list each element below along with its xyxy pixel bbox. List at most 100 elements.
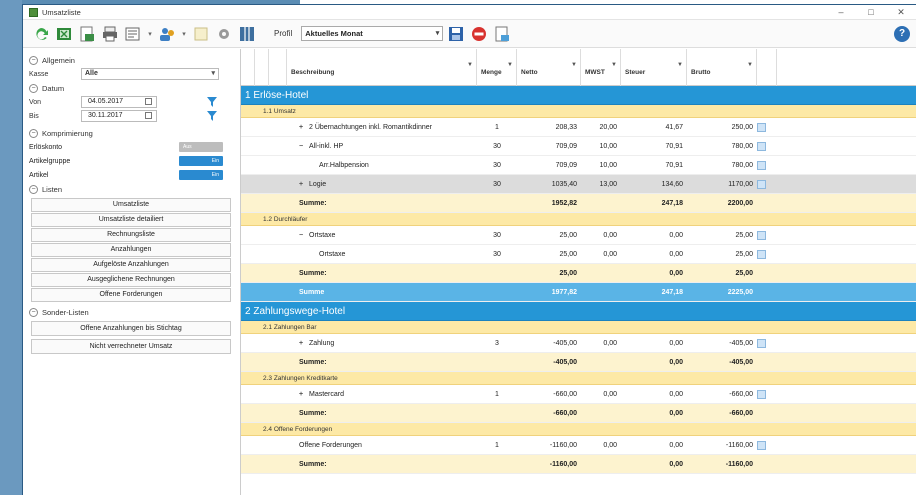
checkbox-icon[interactable] bbox=[757, 338, 766, 348]
subgroup-umsatz[interactable]: 1.1 Umsatz bbox=[241, 105, 916, 118]
row-steuer: 0,00 bbox=[669, 250, 683, 258]
delete-button[interactable] bbox=[469, 24, 489, 44]
maximize-button[interactable]: □ bbox=[856, 5, 886, 19]
checkbox-icon[interactable] bbox=[757, 389, 766, 399]
filter-icon[interactable]: ▼ bbox=[747, 62, 753, 68]
subgroup-zahlungen-bar[interactable]: 2.1 Zahlungen Bar bbox=[241, 321, 916, 334]
rechnungsliste-button[interactable]: Rechnungsliste bbox=[31, 228, 231, 242]
expand-icon[interactable]: + bbox=[299, 385, 309, 404]
nicht-verrechneter-umsatz-button[interactable]: Nicht verrechneter Umsatz bbox=[31, 339, 231, 354]
header-brutto[interactable]: Brutto ▼ bbox=[687, 49, 757, 86]
header-menge[interactable]: Menge ▼ bbox=[477, 49, 517, 86]
row-checkbox[interactable] bbox=[757, 156, 777, 175]
section-listen[interactable]: − Listen bbox=[29, 182, 234, 196]
table-row[interactable]: Arr.Halbpension 30 709,09 10,00 70,91 78… bbox=[241, 156, 916, 175]
offene-forderungen-button[interactable]: Offene Forderungen bbox=[31, 288, 231, 302]
checkbox-icon[interactable] bbox=[757, 160, 766, 170]
calendar-icon[interactable] bbox=[145, 112, 152, 119]
table-row[interactable]: − Ortstaxe 30 25,00 0,00 0,00 25,00 bbox=[241, 226, 916, 245]
filter-icon[interactable]: ▼ bbox=[677, 62, 683, 68]
calendar-icon[interactable] bbox=[145, 98, 152, 105]
filter-icon[interactable]: ▼ bbox=[611, 62, 617, 68]
table-row[interactable]: Ortstaxe 30 25,00 0,00 0,00 25,00 bbox=[241, 245, 916, 264]
section-komprimierung[interactable]: − Komprimierung bbox=[29, 126, 234, 140]
expand-icon[interactable]: + bbox=[299, 334, 309, 353]
profil-select[interactable]: Aktuelles Monat ▾ bbox=[301, 26, 444, 41]
filter-icon[interactable]: ▼ bbox=[571, 62, 577, 68]
preview-button[interactable] bbox=[123, 24, 143, 44]
section-allgemein[interactable]: − Allgemein bbox=[29, 53, 234, 67]
table-row[interactable]: + Logie 30 1035,40 13,00 134,60 1170,00 bbox=[241, 175, 916, 194]
note-button[interactable] bbox=[191, 24, 211, 44]
group-erloese-hotel[interactable]: 1 Erlöse-Hotel bbox=[241, 86, 916, 105]
table-row[interactable]: Offene Forderungen 1 -1160,00 0,00 0,00 … bbox=[241, 436, 916, 455]
kasse-select[interactable]: Alle ▾ bbox=[81, 68, 219, 80]
von-date-input[interactable]: 04.05.2017 bbox=[81, 96, 157, 108]
save-button[interactable] bbox=[446, 24, 466, 44]
row-checkbox[interactable] bbox=[757, 334, 777, 353]
collapse-icon: − bbox=[29, 128, 38, 138]
checkbox-icon[interactable] bbox=[757, 122, 766, 132]
row-checkbox[interactable] bbox=[757, 226, 777, 245]
row-netto: 709,09 bbox=[555, 142, 577, 150]
row-checkbox[interactable] bbox=[757, 175, 777, 194]
user-button[interactable] bbox=[157, 24, 177, 44]
filter-icon[interactable]: ▼ bbox=[507, 62, 513, 68]
filter-icon[interactable] bbox=[207, 97, 217, 107]
artikel-toggle[interactable]: Ein bbox=[179, 170, 223, 180]
table-row[interactable]: − All-inkl. HP 30 709,09 10,00 70,91 780,… bbox=[241, 137, 916, 156]
subgroup-zahlungen-kreditkarte[interactable]: 2.3 Zahlungen Kreditkarte bbox=[241, 372, 916, 385]
umsatzliste-detailiert-button[interactable]: Umsatzliste detailiert bbox=[31, 213, 231, 227]
anzahlungen-button[interactable]: Anzahlungen bbox=[31, 243, 231, 257]
settings-button[interactable] bbox=[214, 24, 234, 44]
subgroup-durchlaeufer[interactable]: 1.2 Durchläufer bbox=[241, 213, 916, 226]
toggle-text: Ein bbox=[211, 172, 219, 178]
table-row[interactable]: + Zahlung 3 -405,00 0,00 0,00 -405,00 bbox=[241, 334, 916, 353]
table-row[interactable]: +2 Übernachtungen inkl. Romantikdinner 1… bbox=[241, 118, 916, 137]
minimize-button[interactable]: – bbox=[826, 5, 856, 19]
excel-export-button[interactable] bbox=[54, 24, 74, 44]
collapse-icon[interactable]: − bbox=[299, 137, 309, 156]
checkbox-icon[interactable] bbox=[757, 249, 766, 259]
columns-button[interactable] bbox=[237, 24, 257, 44]
subgroup-offene-forderungen[interactable]: 2.4 Offene Forderungen bbox=[241, 423, 916, 436]
table-row[interactable]: + Mastercard 1 -660,00 0,00 0,00 -660,00 bbox=[241, 385, 916, 404]
close-button[interactable]: ✕ bbox=[886, 5, 916, 19]
checkbox-icon[interactable] bbox=[757, 141, 766, 151]
filter-icon[interactable]: ▼ bbox=[467, 62, 473, 68]
checkbox-icon[interactable] bbox=[757, 230, 766, 240]
umsatzliste-button[interactable]: Umsatzliste bbox=[31, 198, 231, 212]
row-checkbox[interactable] bbox=[757, 245, 777, 264]
section-datum[interactable]: − Datum bbox=[29, 81, 234, 95]
row-checkbox[interactable] bbox=[757, 137, 777, 156]
row-checkbox[interactable] bbox=[757, 436, 777, 455]
header-steuer[interactable]: Steuer ▼ bbox=[621, 49, 687, 86]
help-button[interactable]: ? bbox=[894, 25, 910, 42]
group-zahlungswege-hotel[interactable]: 2 Zahlungswege-Hotel bbox=[241, 302, 916, 321]
header-netto[interactable]: Netto ▼ bbox=[517, 49, 581, 86]
preview-dropdown-icon[interactable]: ▾ bbox=[146, 30, 154, 38]
expand-icon[interactable]: + bbox=[299, 118, 309, 137]
section-sonder-listen[interactable]: − Sonder-Listen bbox=[29, 305, 234, 319]
offene-anzahlungen-button[interactable]: Offene Anzahlungen bis Stichtag bbox=[31, 321, 231, 336]
row-checkbox[interactable] bbox=[757, 385, 777, 404]
row-steuer: 0,00 bbox=[669, 269, 683, 277]
ausgeglichene-rechnungen-button[interactable]: Ausgeglichene Rechnungen bbox=[31, 273, 231, 287]
checkbox-icon[interactable] bbox=[757, 440, 766, 450]
export-document-button[interactable] bbox=[492, 24, 512, 44]
user-dropdown-icon[interactable]: ▾ bbox=[180, 30, 188, 38]
collapse-icon[interactable]: − bbox=[299, 226, 309, 245]
erloeskonto-toggle[interactable]: Aus bbox=[179, 142, 223, 152]
bis-date-input[interactable]: 30.11.2017 bbox=[81, 110, 157, 122]
header-beschreibung[interactable]: Beschreibung ▼ bbox=[287, 49, 477, 86]
pdf-export-button[interactable] bbox=[77, 24, 97, 44]
checkbox-icon[interactable] bbox=[757, 179, 766, 189]
filter-icon[interactable] bbox=[207, 111, 217, 121]
row-checkbox[interactable] bbox=[757, 118, 777, 137]
artikelgruppe-toggle[interactable]: Ein bbox=[179, 156, 223, 166]
aufgeloeste-anzahlungen-button[interactable]: Aufgelöste Anzahlungen bbox=[31, 258, 231, 272]
print-button[interactable] bbox=[100, 24, 120, 44]
refresh-button[interactable] bbox=[31, 24, 51, 44]
expand-icon[interactable]: + bbox=[299, 175, 309, 194]
header-mwst[interactable]: MWST ▼ bbox=[581, 49, 621, 86]
